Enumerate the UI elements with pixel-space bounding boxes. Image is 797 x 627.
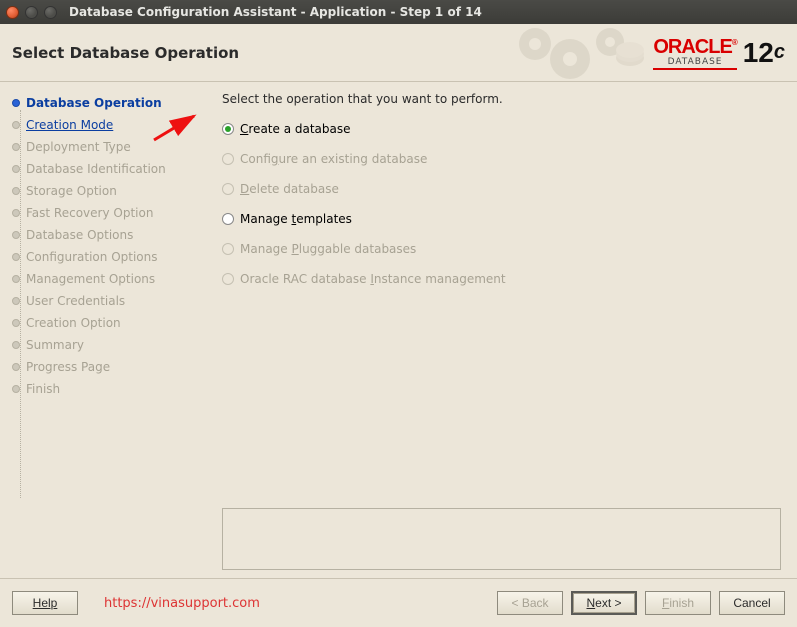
main-area: Database Operation Creation Mode Deploymen… xyxy=(0,82,797,578)
watermark-text: https://vinasupport.com xyxy=(104,596,260,611)
step-label: Storage Option xyxy=(26,184,117,198)
radio-icon xyxy=(222,273,234,285)
step-label: Database Identification xyxy=(26,162,166,176)
radio-icon xyxy=(222,213,234,225)
option-label: Manage templates xyxy=(240,212,352,226)
operation-option-0[interactable]: Create a database xyxy=(222,122,781,136)
radio-icon xyxy=(222,243,234,255)
oracle-brand-logo: ORACLE® DATABASE 12c xyxy=(653,36,785,70)
page-title: Select Database Operation xyxy=(12,44,239,62)
sidebar-step-2: Deployment Type xyxy=(8,136,182,158)
sidebar-step-1[interactable]: Creation Mode xyxy=(8,114,182,136)
step-bullet-icon xyxy=(12,297,20,305)
window-minimize-button[interactable] xyxy=(25,6,38,19)
window-close-button[interactable] xyxy=(6,6,19,19)
sidebar-step-12: Progress Page xyxy=(8,356,182,378)
cancel-button[interactable]: Cancel xyxy=(719,591,785,615)
step-label: Creation Option xyxy=(26,316,121,330)
window-maximize-button[interactable] xyxy=(44,6,57,19)
sidebar-step-11: Summary xyxy=(8,334,182,356)
step-bullet-icon xyxy=(12,187,20,195)
sidebar-step-10: Creation Option xyxy=(8,312,182,334)
step-bullet-icon xyxy=(12,165,20,173)
sidebar-step-8: Management Options xyxy=(8,268,182,290)
step-bullet-icon xyxy=(12,385,20,393)
option-label: Configure an existing database xyxy=(240,152,427,166)
step-label: Database Options xyxy=(26,228,133,242)
instruction-text: Select the operation that you want to pe… xyxy=(222,92,781,106)
wizard-footer: Help https://vinasupport.com < Back Next… xyxy=(0,578,797,627)
page-header: Select Database Operation ORACLE® DATABA… xyxy=(0,24,797,82)
step-bullet-icon xyxy=(12,143,20,151)
window-titlebar: Database Configuration Assistant - Appli… xyxy=(0,0,797,24)
option-label: Oracle RAC database Instance management xyxy=(240,272,506,286)
help-button[interactable]: Help xyxy=(12,591,78,615)
step-bullet-icon xyxy=(12,363,20,371)
content-panel: Select the operation that you want to pe… xyxy=(182,82,797,578)
sidebar-step-4: Storage Option xyxy=(8,180,182,202)
operation-option-2: Delete database xyxy=(222,182,781,196)
radio-icon xyxy=(222,153,234,165)
brand-oracle-text: ORACLE xyxy=(653,36,731,58)
sidebar-step-3: Database Identification xyxy=(8,158,182,180)
operation-option-1: Configure an existing database xyxy=(222,152,781,166)
radio-icon xyxy=(222,183,234,195)
step-bullet-icon xyxy=(12,99,20,107)
step-label: User Credentials xyxy=(26,294,125,308)
step-bullet-icon xyxy=(12,209,20,217)
message-area xyxy=(222,508,781,570)
step-bullet-icon xyxy=(12,121,20,129)
step-label: Creation Mode xyxy=(26,118,113,132)
sidebar-step-7: Configuration Options xyxy=(8,246,182,268)
sidebar-step-9: User Credentials xyxy=(8,290,182,312)
gears-decoration-icon xyxy=(515,24,645,82)
step-label: Management Options xyxy=(26,272,155,286)
step-label: Finish xyxy=(26,382,60,396)
finish-button: Finish xyxy=(645,591,711,615)
operation-option-3[interactable]: Manage templates xyxy=(222,212,781,226)
sidebar-step-6: Database Options xyxy=(8,224,182,246)
option-label: Delete database xyxy=(240,182,339,196)
step-label: Fast Recovery Option xyxy=(26,206,153,220)
step-bullet-icon xyxy=(12,319,20,327)
step-label: Progress Page xyxy=(26,360,110,374)
brand-version: 12c xyxy=(743,37,785,69)
step-label: Summary xyxy=(26,338,84,352)
step-label: Deployment Type xyxy=(26,140,131,154)
wizard-sidebar: Database Operation Creation Mode Deploymen… xyxy=(0,82,182,578)
sidebar-step-0[interactable]: Database Operation xyxy=(8,92,182,114)
step-bullet-icon xyxy=(12,231,20,239)
step-bullet-icon xyxy=(12,341,20,349)
operation-option-5: Oracle RAC database Instance management xyxy=(222,272,781,286)
operation-option-4: Manage Pluggable databases xyxy=(222,242,781,256)
step-bullet-icon xyxy=(12,275,20,283)
sidebar-step-13: Finish xyxy=(8,378,182,400)
step-bullet-icon xyxy=(12,253,20,261)
option-label: Create a database xyxy=(240,122,351,136)
brand-database-text: DATABASE xyxy=(653,57,736,67)
next-button[interactable]: Next > xyxy=(571,591,637,615)
step-label: Configuration Options xyxy=(26,250,158,264)
option-label: Manage Pluggable databases xyxy=(240,242,416,256)
window-title: Database Configuration Assistant - Appli… xyxy=(69,5,482,19)
back-button: < Back xyxy=(497,591,563,615)
step-label: Database Operation xyxy=(26,96,162,110)
sidebar-step-5: Fast Recovery Option xyxy=(8,202,182,224)
radio-icon xyxy=(222,123,234,135)
